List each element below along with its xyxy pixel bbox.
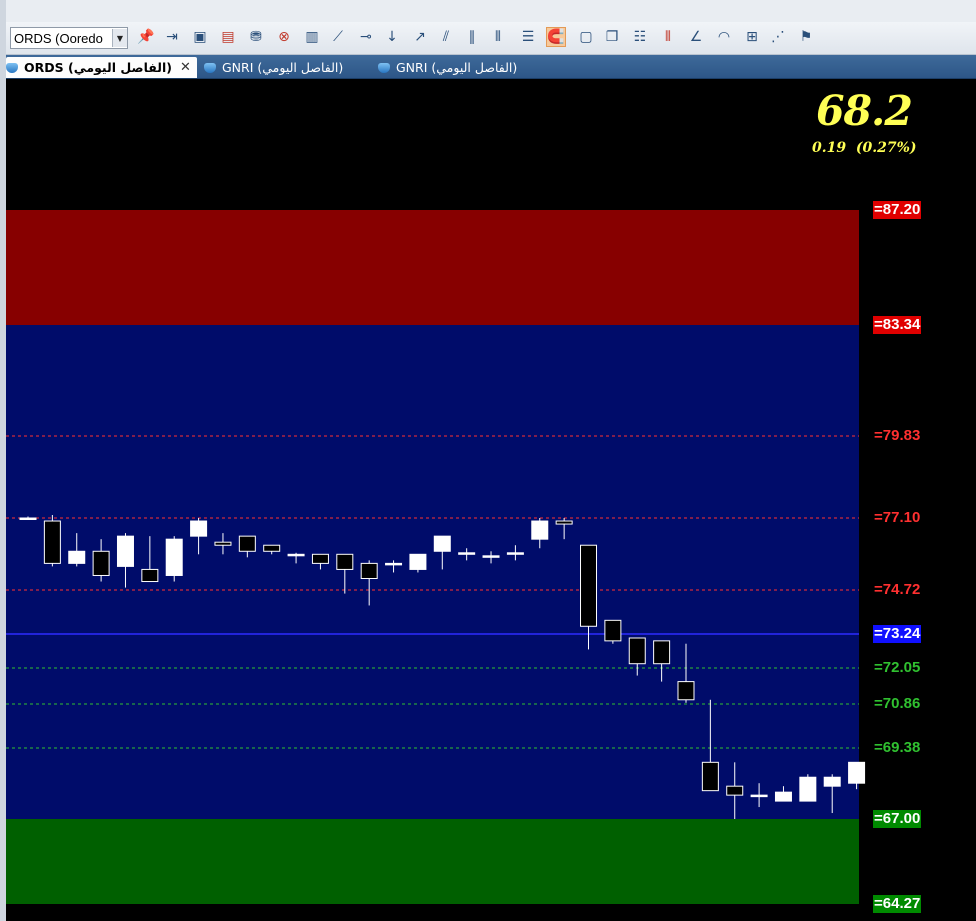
close-icon[interactable]: ✕ [180,60,191,75]
ray-icon[interactable]: ↗ [410,27,430,47]
new-chart-icon[interactable]: ▣ [190,27,210,47]
tab-label: GNRI (الفاصل اليومي) [396,60,518,75]
candle-body [68,550,86,564]
angle-icon[interactable]: ∠ [686,27,706,47]
horizontal-line-icon[interactable]: ⊸ [356,27,376,47]
flag-icon[interactable]: ⚑ [796,27,816,47]
bar-chart-icon[interactable]: ▥ [302,27,322,47]
grid-icon[interactable]: ⊞ [742,27,762,47]
drawing-toolbar: ORDS (Ooredo ▼ 📌 ⇥ ▣ ▤ ⛃ ⊗ ▥ ⟋ ⊸ ↓ ↗ ⫽ ∥ ⦀ ☰ 🧲 ▢ ❐ ☷ ⦀ ∠ ◠ ⊞ ⋰ ⚑ [6,22,976,55]
level-label: =69.38 [874,739,921,756]
candle-body [823,776,841,787]
candle-body [750,794,768,798]
trend-line-icon[interactable]: ⟋ [328,27,348,47]
magnet-icon[interactable]: 🧲 [546,27,566,47]
candle-body [287,553,305,557]
double-slash-icon[interactable]: ∥ [462,27,482,47]
chart-tab-icon [6,62,18,73]
level-label: =87.20 [873,201,922,219]
candle-body [580,544,598,627]
candle-body [141,568,159,583]
candle-body [43,520,61,564]
candlestick-plot[interactable] [6,79,976,921]
symbol-select-value: ORDS (Ooredo [14,30,103,46]
level-label: =67.00 [873,810,922,828]
candle-body [116,535,134,567]
candle-body [653,640,671,665]
price-change: 0.19 (0.27%) [812,140,917,156]
candle-body [409,553,427,570]
red-zone [6,210,859,325]
candle-body [433,535,451,552]
level-label: =79.83 [874,427,921,444]
level-label: =83.34 [873,316,922,334]
tab-label: ORDS (الفاصل اليومي) [24,60,172,75]
level-label: =72.05 [874,659,921,676]
square-icon[interactable]: ▢ [576,27,596,47]
vertical-lines-icon[interactable]: ⦀ [658,27,678,47]
chevron-down-icon[interactable]: ▼ [112,29,127,47]
tab-gnri-daily-1[interactable]: GNRI (الفاصل اليومي) [204,57,343,78]
candle-body [360,562,378,580]
chart-tab-bar: ORDS (الفاصل اليومي) ✕ GNRI (الفاصل اليو… [6,55,976,79]
candle-body [385,562,403,566]
parallel-lines-icon[interactable]: ⫽ [436,27,456,47]
last-price: 68.2 [816,87,913,135]
chart-tab-icon [204,62,216,73]
arc-icon[interactable]: ◠ [714,27,734,47]
import-icon[interactable]: ⇥ [162,27,182,47]
level-label: =74.72 [874,581,921,598]
candle-body [628,637,646,665]
candle-body [165,538,183,576]
chart-tab-icon [378,62,390,73]
fan-icon[interactable]: ⋰ [768,27,788,47]
trading-chart-window: ORDS (Ooredo ▼ 📌 ⇥ ▣ ▤ ⛃ ⊗ ▥ ⟋ ⊸ ↓ ↗ ⫽ ∥ ⦀ ☰ 🧲 ▢ ❐ ☷ ⦀ ∠ ◠ ⊞ ⋰ ⚑… [0,0,976,921]
candle-body [19,517,37,520]
close-circle-icon[interactable]: ⊗ [274,27,294,47]
candle-body [677,681,695,701]
candle-body [848,761,866,784]
vertical-bars-icon[interactable]: ⦀ [488,27,508,47]
candle-body [726,785,744,796]
candle-body [799,776,817,802]
candle-body [531,520,549,540]
candle-body [214,541,232,546]
tab-gnri-daily-2[interactable]: GNRI (الفاصل اليومي) [378,57,517,78]
symbol-select[interactable]: ORDS (Ooredo ▼ [10,27,128,49]
candle-body [458,552,476,555]
delete-chart-icon[interactable]: ▤ [218,27,238,47]
horizontal-levels-icon[interactable]: ☰ [518,27,538,47]
candle-body [92,550,110,576]
green-zone [6,819,859,904]
candle-body [701,761,719,792]
price-chart[interactable]: 68.2 0.19 (0.27%) =87.20 =83.34 =79.83 =77.… [6,79,976,921]
candle-body [482,555,500,558]
title-band [6,0,976,23]
pin-icon[interactable]: 📌 [136,27,156,47]
tab-ords-daily[interactable]: ORDS (الفاصل اليومي) ✕ [6,57,197,78]
candle-body [604,619,622,642]
candle-body [555,520,573,525]
level-label: =70.86 [874,695,921,712]
tab-label: GNRI (الفاصل اليومي) [222,60,344,75]
blue-zone [6,325,859,819]
candle-body [311,553,329,564]
network-icon[interactable]: ⛃ [246,27,266,47]
copy-icon[interactable]: ❐ [602,27,622,47]
candle-body [190,520,208,537]
vertical-line-icon[interactable]: ↓ [382,27,402,47]
candle-body [336,553,354,570]
candle-body [774,791,792,802]
candle-body [263,544,281,552]
candle-body [238,535,256,552]
level-label: =77.10 [874,509,921,526]
level-label: =64.27 [873,895,922,913]
levels-icon[interactable]: ☷ [630,27,650,47]
candle-body [506,552,524,555]
level-label: =73.24 [873,625,922,643]
